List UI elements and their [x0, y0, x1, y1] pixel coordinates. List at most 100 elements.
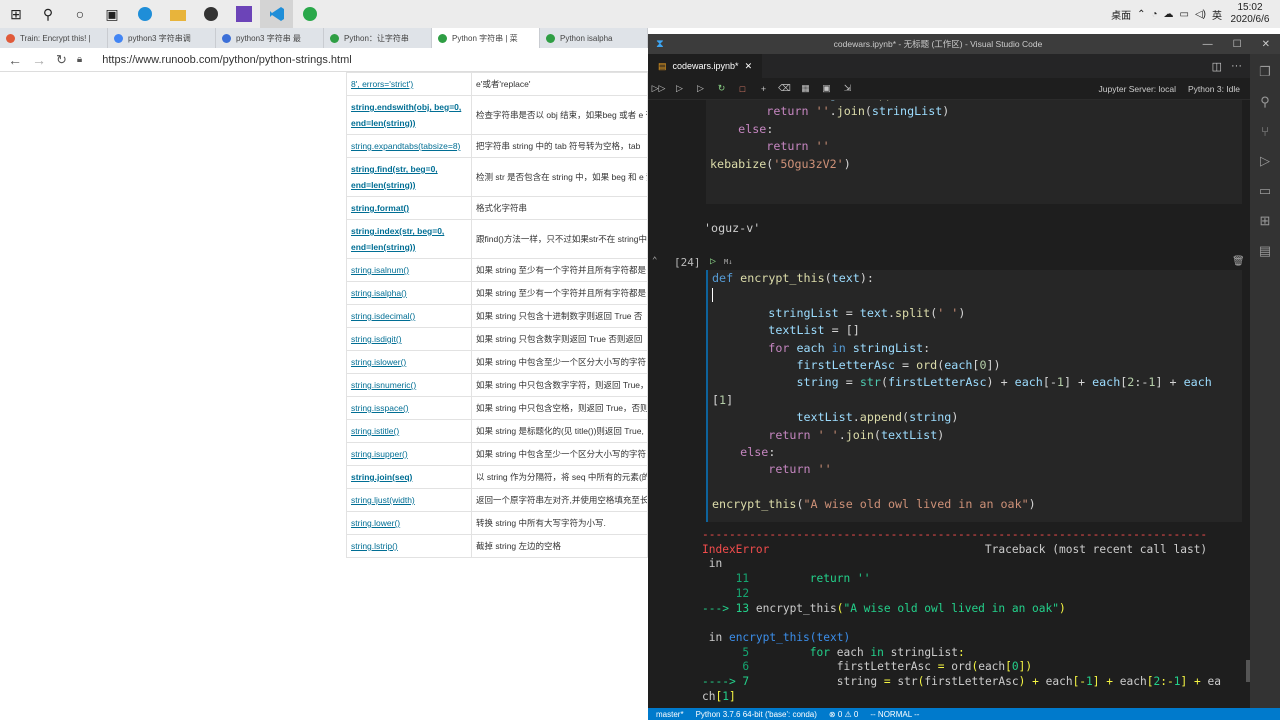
- notebook-icon: ▤: [658, 60, 667, 71]
- kernel-status[interactable]: Python 3: Idle: [1188, 84, 1240, 94]
- notebook-panel-icon[interactable]: ▤: [1259, 243, 1271, 259]
- status-item[interactable]: ⊗ 0 ⚠ 0: [829, 710, 858, 719]
- browser-tab[interactable]: Python：让字符串: [324, 28, 432, 48]
- edge-new-icon[interactable]: [293, 0, 326, 28]
- method-link[interactable]: string.join(seq): [346, 465, 472, 489]
- table-row: string.lower() 转换 string 中所有大写字符为小写.: [346, 511, 648, 535]
- chevron-up-icon[interactable]: ⌃: [1137, 9, 1145, 20]
- file-explorer-icon[interactable]: [161, 0, 194, 28]
- method-link[interactable]: string.isdecimal(): [346, 304, 472, 328]
- scrollbar[interactable]: [1246, 660, 1250, 682]
- browser-tab-label: Train: Encrypt this! |: [20, 33, 91, 43]
- table-row: string.endswith(obj, beg=0, end=len(stri…: [346, 95, 648, 135]
- previous-code-cell[interactable]: stringList.append(each) return ''.join(s…: [706, 100, 1242, 204]
- add-cell-icon[interactable]: +: [753, 84, 774, 94]
- extensions-icon[interactable]: ⊞: [1260, 213, 1271, 229]
- refresh-icon[interactable]: ↻: [56, 52, 67, 68]
- restart-kernel-icon[interactable]: ↻: [711, 83, 732, 94]
- favicon-icon: [330, 33, 339, 43]
- method-link[interactable]: string.isnumeric(): [346, 373, 472, 397]
- markdown-toggle[interactable]: M↓: [724, 258, 732, 266]
- method-link[interactable]: string.isdigit(): [346, 327, 472, 351]
- table-row: string.expandtabs(tabsize=8) 把字符串 string …: [346, 134, 648, 158]
- method-link[interactable]: string.find(str, beg=0, end=len(string)): [346, 157, 472, 197]
- volume-icon[interactable]: ◁): [1195, 9, 1206, 20]
- method-link[interactable]: 8', errors='strict'): [346, 72, 472, 96]
- windows-start-icon[interactable]: ⊞: [0, 0, 32, 28]
- table-row: string.ljust(width) 返回一个原字符串左对齐,并使用空格填充至长: [346, 488, 648, 512]
- run-cell-icon[interactable]: ▷: [710, 256, 716, 267]
- visual-studio-icon[interactable]: [227, 0, 260, 28]
- wifi-icon[interactable]: ◔: [1151, 9, 1157, 20]
- run-below-icon[interactable]: ▷: [690, 83, 711, 94]
- ime-indicator[interactable]: 英: [1212, 7, 1222, 22]
- run-above-icon[interactable]: ▷: [669, 83, 690, 94]
- more-actions-icon[interactable]: ···: [1231, 60, 1242, 72]
- variables-icon[interactable]: ▦: [795, 83, 816, 94]
- obs-icon[interactable]: [194, 0, 227, 28]
- battery-icon[interactable]: ▭: [1180, 9, 1189, 20]
- browser-tab[interactable]: python3 字符串 最: [216, 28, 324, 48]
- method-link[interactable]: string.lstrip(): [346, 534, 472, 558]
- clock[interactable]: 15:02 2020/6/6: [1228, 2, 1272, 26]
- browser-tab[interactable]: Python 字符串 | 菜: [432, 28, 540, 48]
- search-icon[interactable]: ⚲: [32, 0, 64, 28]
- method-link[interactable]: string.isupper(): [346, 442, 472, 466]
- method-description: 转换 string 中所有大写字符为小写.: [471, 511, 648, 535]
- method-link[interactable]: string.endswith(obj, beg=0, end=len(stri…: [346, 95, 472, 135]
- run-all-icon[interactable]: ▷▷: [648, 83, 669, 94]
- url-field[interactable]: https://www.runoob.com/python/python-str…: [102, 54, 351, 66]
- method-link[interactable]: string.ljust(width): [346, 488, 472, 512]
- interrupt-icon[interactable]: □: [732, 84, 753, 94]
- split-editor-icon[interactable]: ◫: [1212, 60, 1222, 73]
- status-bar: master* Python 3.7.6 64-bit ('base': cond…: [648, 708, 1280, 720]
- source-control-icon[interactable]: ⑂: [1261, 124, 1269, 139]
- jupyter-server-status[interactable]: Jupyter Server: local: [1099, 84, 1176, 94]
- browser-tab-label: Python isalpha: [560, 33, 613, 43]
- minimize-icon[interactable]: —: [1203, 39, 1213, 50]
- save-icon[interactable]: ▣: [816, 83, 837, 94]
- table-row: string.isspace() 如果 string 中只包含空格，则返回 Tru…: [346, 396, 648, 420]
- close-icon[interactable]: ✕: [1262, 39, 1270, 50]
- remote-explorer-icon[interactable]: ▭: [1259, 183, 1271, 199]
- active-code-cell[interactable]: def encrypt_this(text): stringList = tex…: [706, 270, 1242, 522]
- export-icon[interactable]: ⇲: [837, 83, 858, 94]
- browser-tab[interactable]: python3 字符串调: [108, 28, 216, 48]
- table-row: string.isalpha() 如果 string 至少有一个字符并且所有字符都…: [346, 281, 648, 305]
- collapse-icon[interactable]: ⌃: [652, 256, 657, 266]
- browser-tab[interactable]: Train: Encrypt this! |: [0, 28, 108, 48]
- lock-icon: 🔒︎: [76, 54, 83, 65]
- tab-label: codewars.ipynb*: [672, 61, 739, 71]
- status-item[interactable]: master*: [656, 710, 684, 719]
- edge-icon[interactable]: [128, 0, 161, 28]
- address-bar: ← → ↻ 🔒︎ https://www.runoob.com/python/p…: [0, 48, 648, 72]
- clear-outputs-icon[interactable]: ⌫: [774, 83, 795, 94]
- cortana-icon[interactable]: ○: [64, 0, 96, 28]
- task-view-icon[interactable]: ▣: [96, 0, 128, 28]
- vscode-taskbar-icon[interactable]: [260, 0, 293, 28]
- browser-tab[interactable]: Python isalpha: [540, 28, 648, 48]
- delete-cell-icon[interactable]: 🗑︎: [1232, 256, 1245, 267]
- method-link[interactable]: string.format(): [346, 196, 472, 220]
- tab-codewars[interactable]: ▤ codewars.ipynb* ✕: [648, 54, 763, 78]
- maximize-icon[interactable]: ☐: [1233, 39, 1242, 50]
- close-tab-icon[interactable]: ✕: [745, 61, 753, 72]
- cloud-icon[interactable]: ☁: [1164, 9, 1174, 20]
- method-link[interactable]: string.isspace(): [346, 396, 472, 420]
- run-debug-icon[interactable]: ▷: [1260, 153, 1270, 169]
- explorer-icon[interactable]: ❐: [1259, 64, 1271, 80]
- method-link[interactable]: string.expandtabs(tabsize=8): [346, 134, 472, 158]
- table-row: string.isupper() 如果 string 中包含至少一个区分大小写的字…: [346, 442, 648, 466]
- method-link[interactable]: string.isalpha(): [346, 281, 472, 305]
- status-item[interactable]: Python 3.7.6 64-bit ('base': conda): [696, 710, 817, 719]
- search-icon[interactable]: ⚲: [1260, 94, 1270, 110]
- method-link[interactable]: string.istitle(): [346, 419, 472, 443]
- back-icon[interactable]: ←: [8, 52, 22, 68]
- forward-icon[interactable]: →: [32, 52, 46, 68]
- desktop-label[interactable]: 桌面: [1111, 7, 1131, 22]
- method-link[interactable]: string.index(str, beg=0, end=len(string)…: [346, 219, 472, 259]
- method-link[interactable]: string.isalnum(): [346, 258, 472, 282]
- method-link[interactable]: string.islower(): [346, 350, 472, 374]
- method-link[interactable]: string.lower(): [346, 511, 472, 535]
- status-item[interactable]: -- NORMAL --: [870, 710, 919, 719]
